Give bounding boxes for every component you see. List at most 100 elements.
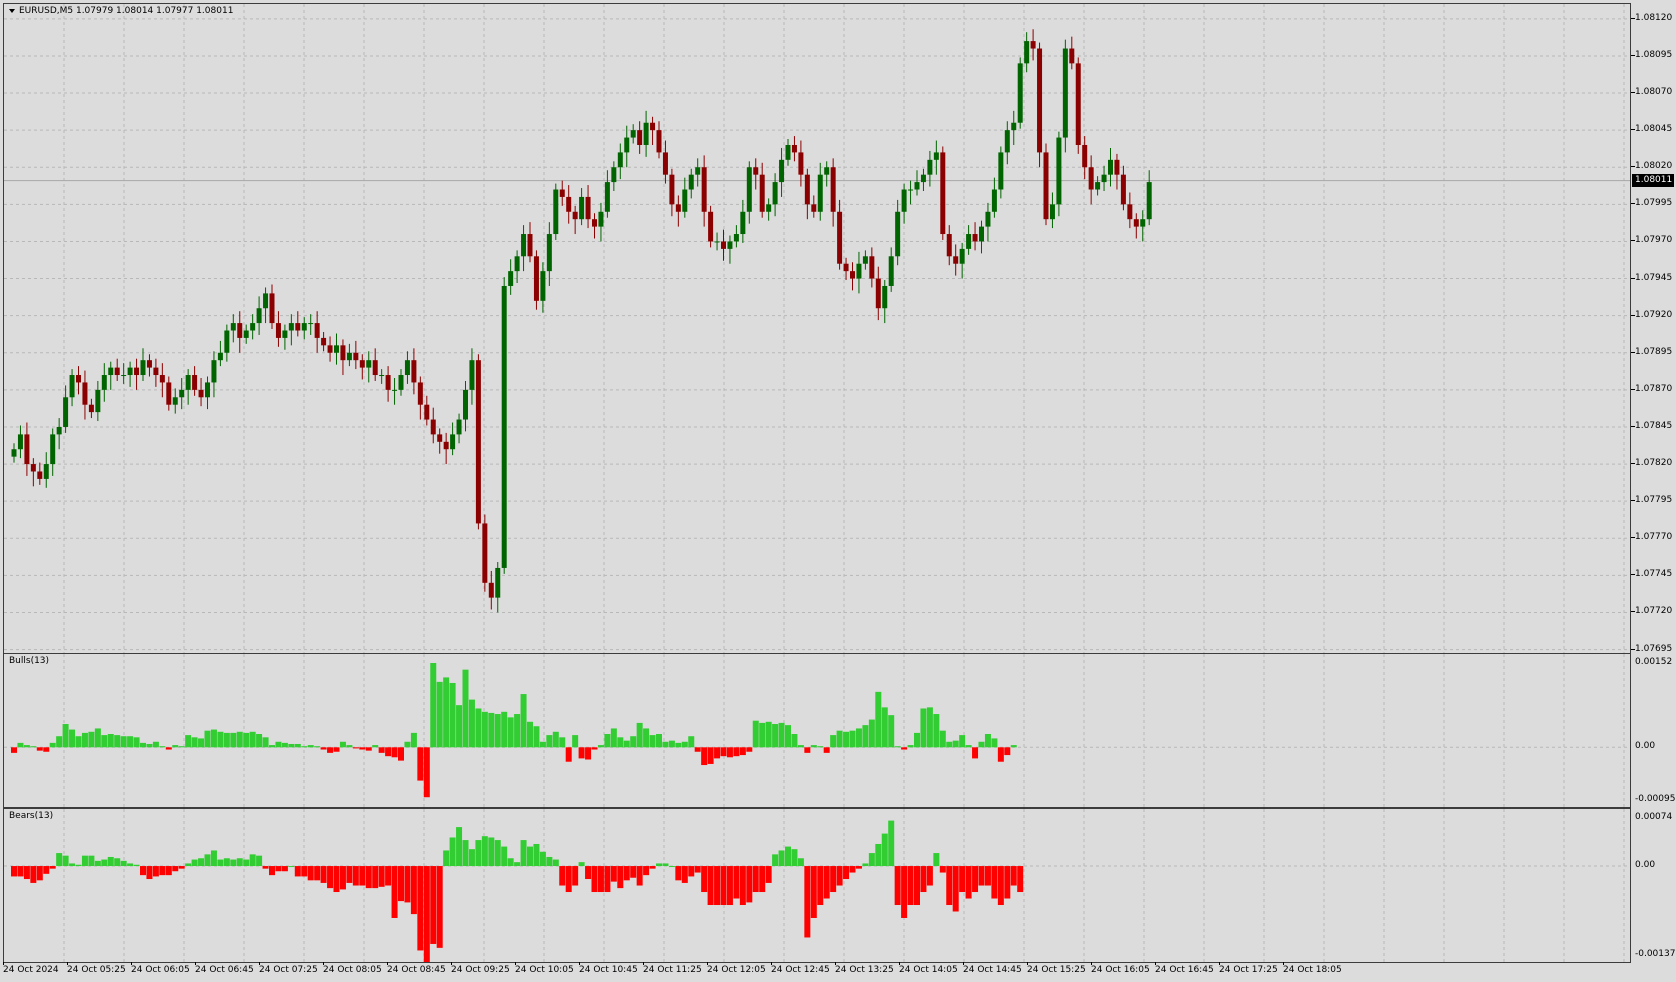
bulls-bar bbox=[752, 720, 759, 748]
bulls-bar bbox=[159, 746, 166, 748]
candle-body bbox=[843, 263, 849, 272]
bears-bar bbox=[339, 866, 346, 890]
bulls-bar bbox=[56, 736, 63, 748]
bears-bar bbox=[875, 843, 882, 867]
candle-body bbox=[404, 360, 410, 376]
candle-body bbox=[1140, 219, 1146, 227]
bulls-bar bbox=[294, 743, 301, 748]
bears-bar bbox=[527, 846, 533, 867]
candle-body bbox=[237, 323, 243, 338]
bulls-bar bbox=[417, 747, 424, 781]
bears-bar bbox=[765, 866, 772, 883]
price-scale-tick: 1.07995 bbox=[1635, 198, 1673, 209]
bulls-bar bbox=[533, 726, 540, 748]
bears-bar bbox=[714, 866, 721, 906]
bears-bar bbox=[127, 863, 134, 867]
candle-body bbox=[759, 174, 765, 212]
bulls-bar bbox=[501, 711, 508, 748]
bulls-bar bbox=[456, 705, 463, 748]
candlestick-chart[interactable] bbox=[4, 4, 1631, 656]
candle-body bbox=[1011, 122, 1017, 131]
time-axis-label: 24 Oct 17:25 bbox=[1219, 965, 1278, 975]
bulls-bar bbox=[707, 747, 714, 764]
candle-body bbox=[475, 360, 481, 524]
candle-body bbox=[295, 323, 301, 331]
bulls-bar bbox=[301, 746, 308, 748]
price-scale[interactable]: 1.08120 1.08095 1.08070 1.08045 1.08020 1.079… bbox=[1631, 3, 1676, 656]
time-tick-mark bbox=[3, 962, 4, 965]
bears-histogram bbox=[4, 809, 1630, 962]
bulls-bar bbox=[449, 682, 456, 748]
symbol-ohlc-label: EURUSD,M5 1.07979 1.08014 1.07977 1.0801… bbox=[19, 6, 234, 16]
candle-body bbox=[559, 189, 565, 197]
bulls-bar bbox=[701, 747, 708, 766]
bulls-bar bbox=[507, 717, 514, 748]
time-axis-label: 24 Oct 12:45 bbox=[771, 965, 830, 975]
bulls-bar bbox=[656, 733, 662, 748]
bulls-bar bbox=[185, 735, 192, 748]
candle-body bbox=[624, 137, 630, 153]
candle-body bbox=[1101, 174, 1107, 183]
bulls-bar bbox=[823, 747, 830, 753]
bears-bar bbox=[191, 859, 198, 867]
time-tick-mark bbox=[1027, 962, 1028, 965]
bulls-bar bbox=[30, 746, 37, 748]
bulls-bar bbox=[991, 738, 998, 748]
bears-bar bbox=[385, 866, 392, 886]
bears-bar bbox=[1010, 866, 1017, 886]
bulls-bar bbox=[849, 730, 856, 748]
bears-bar bbox=[901, 866, 908, 918]
triangle-down-icon[interactable] bbox=[9, 8, 15, 13]
bears-bar bbox=[69, 863, 76, 867]
price-scale-tick: 1.07920 bbox=[1635, 309, 1673, 320]
bears-bar bbox=[172, 866, 179, 872]
bears-bar bbox=[120, 860, 127, 867]
candle-body bbox=[1088, 167, 1094, 190]
bears-scale-tick: -0.00137 bbox=[1635, 949, 1676, 959]
bulls-bar bbox=[894, 746, 901, 748]
bears-bar bbox=[62, 855, 69, 867]
bears-bar bbox=[501, 846, 508, 867]
candle-body bbox=[998, 152, 1004, 190]
bulls-bar bbox=[475, 708, 482, 748]
candle-body bbox=[327, 345, 333, 353]
bears-scale: 0.00074 0.00 -0.00137 bbox=[1631, 808, 1676, 963]
bears-scale-tick: 0.00 bbox=[1635, 860, 1656, 871]
bears-bar bbox=[643, 866, 650, 876]
candle-body bbox=[533, 256, 539, 301]
candle-body bbox=[398, 375, 404, 390]
bulls-indicator-panel[interactable]: Bulls(13) bbox=[3, 653, 1631, 808]
bears-bar bbox=[320, 866, 327, 883]
time-axis-label: 24 Oct 12:05 bbox=[707, 965, 766, 975]
bulls-bar bbox=[101, 735, 108, 748]
candle-body bbox=[669, 174, 675, 205]
price-chart-panel[interactable]: EURUSD,M5 1.07979 1.08014 1.07977 1.0801… bbox=[3, 3, 1631, 656]
candle-body bbox=[243, 330, 249, 338]
price-tick-mark bbox=[1631, 611, 1635, 613]
time-tick-mark bbox=[643, 962, 644, 965]
candle-body bbox=[1062, 48, 1068, 138]
bears-bar bbox=[585, 866, 592, 880]
candle-body bbox=[966, 234, 972, 249]
time-axis: 24 Oct 2024 24 Oct 05:25 24 Oct 06:05 24 Oc… bbox=[0, 962, 1631, 982]
bears-bar bbox=[868, 853, 875, 867]
time-axis-label: 24 Oct 08:05 bbox=[323, 965, 382, 975]
bulls-bar bbox=[739, 747, 746, 756]
bears-bar bbox=[430, 866, 437, 944]
price-tick-mark bbox=[1631, 388, 1635, 390]
bulls-bar bbox=[352, 747, 359, 749]
candle-body bbox=[662, 152, 668, 175]
bulls-bar bbox=[843, 731, 850, 748]
candle-body bbox=[482, 523, 488, 583]
candle-body bbox=[708, 211, 714, 242]
bears-bar bbox=[236, 858, 243, 867]
bears-indicator-panel[interactable]: Bears(13) bbox=[3, 808, 1631, 963]
bears-bar bbox=[223, 858, 230, 867]
current-price-tag: 1.08011 bbox=[1632, 173, 1674, 187]
candle-body bbox=[869, 256, 875, 279]
bears-bar bbox=[159, 866, 166, 876]
candle-body bbox=[508, 271, 514, 286]
bears-bar bbox=[294, 866, 301, 877]
bears-bar bbox=[888, 820, 895, 867]
time-tick-mark bbox=[1283, 962, 1284, 965]
